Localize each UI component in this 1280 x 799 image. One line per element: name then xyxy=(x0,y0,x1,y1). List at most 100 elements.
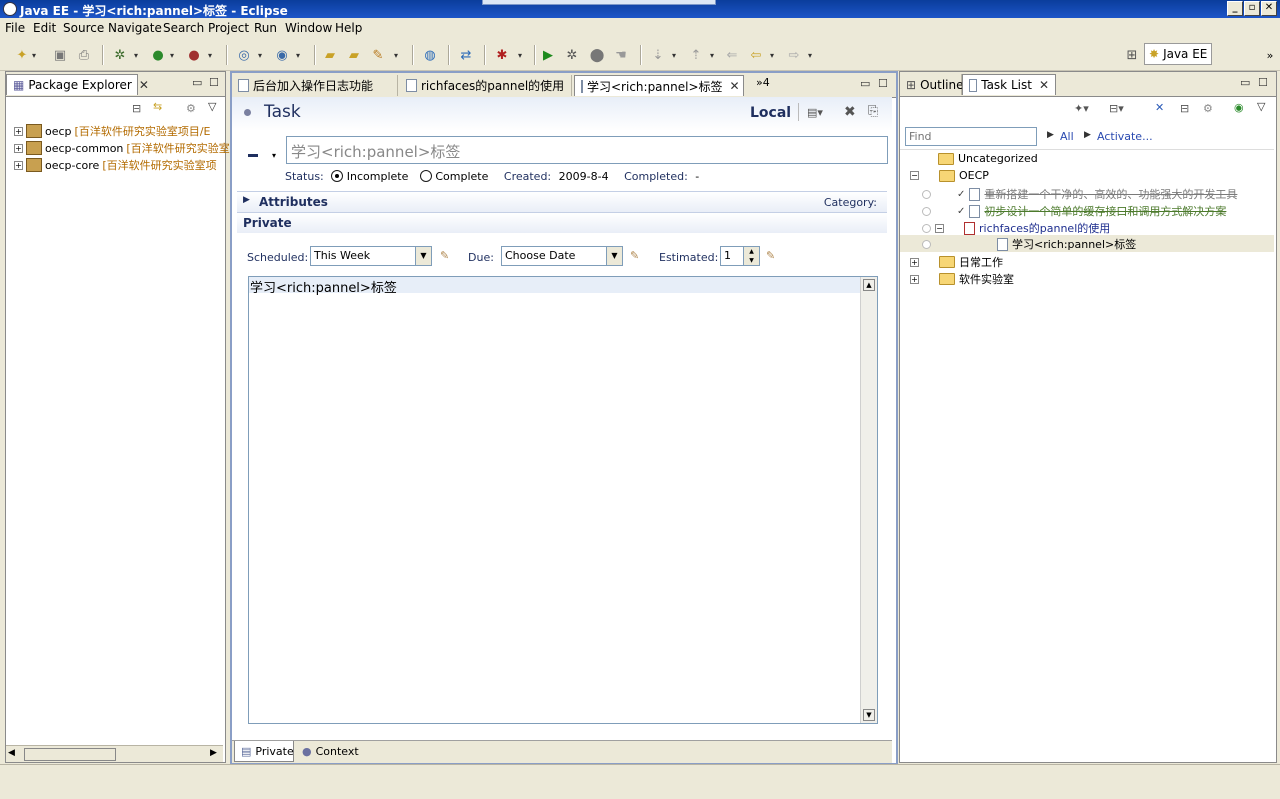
view-menu-icon[interactable]: ▽ xyxy=(208,100,216,113)
complete-radio[interactable]: Complete xyxy=(419,170,488,183)
dropdown-arrow-icon[interactable]: ▼ xyxy=(415,247,431,265)
task-repository-icon[interactable]: ◉ xyxy=(1234,101,1244,114)
horizontal-scrollbar[interactable]: ◀ ▶ xyxy=(6,745,223,762)
tab-task-list[interactable]: Task List ✕ xyxy=(962,74,1056,95)
attributes-section[interactable]: ▶ Attributes Category: xyxy=(237,191,887,212)
task-item-completed[interactable]: ✓ 初步设计一个简单的缓存接口和调用方式解决方案 xyxy=(922,203,1226,219)
new-web-icon[interactable]: ◉ xyxy=(274,47,290,63)
print-icon[interactable]: ⎙ xyxy=(76,47,92,63)
notes-textarea[interactable]: 学习<rich:pannel>标签 ▲ ▼ xyxy=(248,276,878,724)
categorize-icon[interactable]: ⊟▾ xyxy=(1109,102,1124,115)
delete-task-icon[interactable]: ✖ xyxy=(844,104,856,120)
search-tool-icon[interactable]: ✎ xyxy=(370,47,386,63)
open-with-browser-icon[interactable]: ▤▾ xyxy=(807,106,823,119)
menu-file[interactable]: File xyxy=(5,21,25,35)
tab-package-explorer[interactable]: ▦ Package Explorer ✕ xyxy=(6,74,149,95)
sync-icon[interactable]: ⇄ xyxy=(458,47,474,63)
task-category-oecp[interactable]: − OECP xyxy=(910,169,989,182)
focus-icon[interactable]: ✕ xyxy=(1155,101,1164,114)
minimize-button[interactable]: _ xyxy=(1227,1,1243,16)
open-resource-icon[interactable]: ▰ xyxy=(346,47,362,63)
expand-icon[interactable]: + xyxy=(910,257,919,267)
hand-icon[interactable]: ☚ xyxy=(613,47,629,63)
more-editors[interactable]: »4 xyxy=(756,76,770,89)
filter-icon[interactable]: ⚙ xyxy=(186,102,196,115)
priority-icon[interactable] xyxy=(248,154,258,157)
expand-icon[interactable]: + xyxy=(14,126,23,136)
open-type-icon[interactable]: ▰ xyxy=(322,47,338,63)
maximize-view-icon[interactable]: ☐ xyxy=(1258,76,1268,89)
activate-task-icon[interactable] xyxy=(922,239,931,249)
browser-icon[interactable]: ◍ xyxy=(422,47,438,63)
minimize-view-icon[interactable]: ▭ xyxy=(860,77,870,90)
resume-icon[interactable]: ▶ xyxy=(540,47,556,63)
collapse-icon[interactable]: − xyxy=(910,171,919,180)
expand-icon[interactable]: + xyxy=(910,274,919,284)
scroll-thumb[interactable] xyxy=(24,748,116,761)
new-task-icon[interactable]: ✦▾ xyxy=(1074,102,1089,115)
restore-button[interactable]: ▫ xyxy=(1244,1,1260,16)
menu-edit[interactable]: Edit xyxy=(33,21,56,35)
back-icon[interactable]: ⇦ xyxy=(748,47,764,63)
tab-editor-2[interactable]: richfaces的pannel的使用 xyxy=(400,75,572,96)
maximize-view-icon[interactable]: ☐ xyxy=(878,77,888,90)
tree-item-oecp-core[interactable]: + oecp-core [百洋软件研究实验室项 xyxy=(14,157,217,173)
new-icon[interactable]: ✦ xyxy=(14,47,30,63)
menu-run[interactable]: Run xyxy=(254,21,277,35)
scheduled-select[interactable]: This Week ▼ xyxy=(310,246,432,266)
scroll-right-icon[interactable]: ▶ xyxy=(210,748,217,758)
scroll-left-icon[interactable]: ◀ xyxy=(8,748,15,758)
find-input[interactable] xyxy=(905,127,1037,146)
scroll-down-icon[interactable]: ▼ xyxy=(863,709,875,721)
collapse-icon[interactable]: − xyxy=(935,223,944,233)
tab-private[interactable]: ▤ Private xyxy=(234,741,294,762)
close-window-button[interactable]: ✕ xyxy=(1261,1,1277,16)
vertical-scrollbar[interactable]: ▲ ▼ xyxy=(860,277,877,723)
menu-navigate[interactable]: Navigate xyxy=(108,21,162,35)
perspective-java-ee[interactable]: ✸ Java EE xyxy=(1144,43,1212,65)
activate-task-icon[interactable] xyxy=(922,189,931,199)
scroll-up-icon[interactable]: ▲ xyxy=(863,279,875,291)
perspective-overflow-icon[interactable]: » xyxy=(1262,47,1278,63)
spinner-arrows-icon[interactable]: ▲ ▼ xyxy=(743,247,759,265)
debug-step-icon[interactable]: ✲ xyxy=(564,47,580,63)
forward-icon[interactable]: ⇨ xyxy=(786,47,802,63)
run-icon[interactable]: ● xyxy=(150,47,166,63)
tab-editor-1[interactable]: 后台加入操作日志功能 xyxy=(232,75,398,96)
tree-item-oecp[interactable]: + oecp [百洋软件研究实验室项目/E xyxy=(14,123,210,139)
task-category-daily[interactable]: + 日常工作 xyxy=(910,254,1003,270)
maximize-view-icon[interactable]: ☐ xyxy=(209,76,219,89)
close-icon[interactable]: ✕ xyxy=(1039,78,1049,92)
private-section[interactable]: Private xyxy=(237,212,887,233)
expand-icon[interactable]: + xyxy=(14,160,23,170)
synchronize-icon[interactable]: ⚙ xyxy=(1203,102,1213,115)
incomplete-radio[interactable]: Incomplete xyxy=(331,170,408,183)
task-repo-icon[interactable]: ✱ xyxy=(494,47,510,63)
clear-scheduled-icon[interactable]: ✎ xyxy=(440,249,449,262)
task-summary-field[interactable]: 学习<rich:pannel>标签 xyxy=(286,136,888,164)
activate-link[interactable]: Activate... xyxy=(1097,130,1153,143)
save-icon[interactable]: ▣ xyxy=(52,47,68,63)
new-subtask-icon[interactable]: ⎘ xyxy=(868,104,878,119)
expand-attributes-icon[interactable]: ▶ xyxy=(243,195,250,205)
dropdown-arrow-icon[interactable]: ▼ xyxy=(606,247,622,265)
minimize-view-icon[interactable]: ▭ xyxy=(192,76,202,89)
task-item-selected[interactable]: 学习<rich:pannel>标签 xyxy=(922,236,1136,252)
activate-task-icon[interactable] xyxy=(922,206,931,216)
menu-source[interactable]: Source xyxy=(63,21,104,35)
prev-annotation-icon[interactable]: ⇡ xyxy=(688,47,704,63)
open-perspective-icon[interactable]: ⊞ xyxy=(1124,47,1140,63)
activate-task-icon[interactable] xyxy=(922,223,931,233)
view-menu-icon[interactable]: ▽ xyxy=(1257,100,1265,113)
task-item-richfaces[interactable]: − richfaces的pannel的使用 xyxy=(922,220,1110,236)
tree-item-oecp-common[interactable]: + oecp-common [百洋软件研究实验室 xyxy=(14,140,230,156)
debug-icon[interactable]: ✲ xyxy=(112,47,128,63)
collapse-all-icon[interactable]: ⊟ xyxy=(132,102,141,115)
close-icon[interactable]: ✕ xyxy=(730,79,740,93)
clear-due-icon[interactable]: ✎ xyxy=(630,249,639,262)
tab-outline[interactable]: ⊞ Outline xyxy=(900,74,963,95)
collapse-all-icon[interactable]: ⊟ xyxy=(1180,102,1189,115)
tab-editor-3[interactable]: 学习<rich:pannel>标签 ✕ xyxy=(574,75,744,96)
menu-help[interactable]: Help xyxy=(335,21,362,35)
priority-dropdown-icon[interactable]: ▾ xyxy=(272,151,276,160)
